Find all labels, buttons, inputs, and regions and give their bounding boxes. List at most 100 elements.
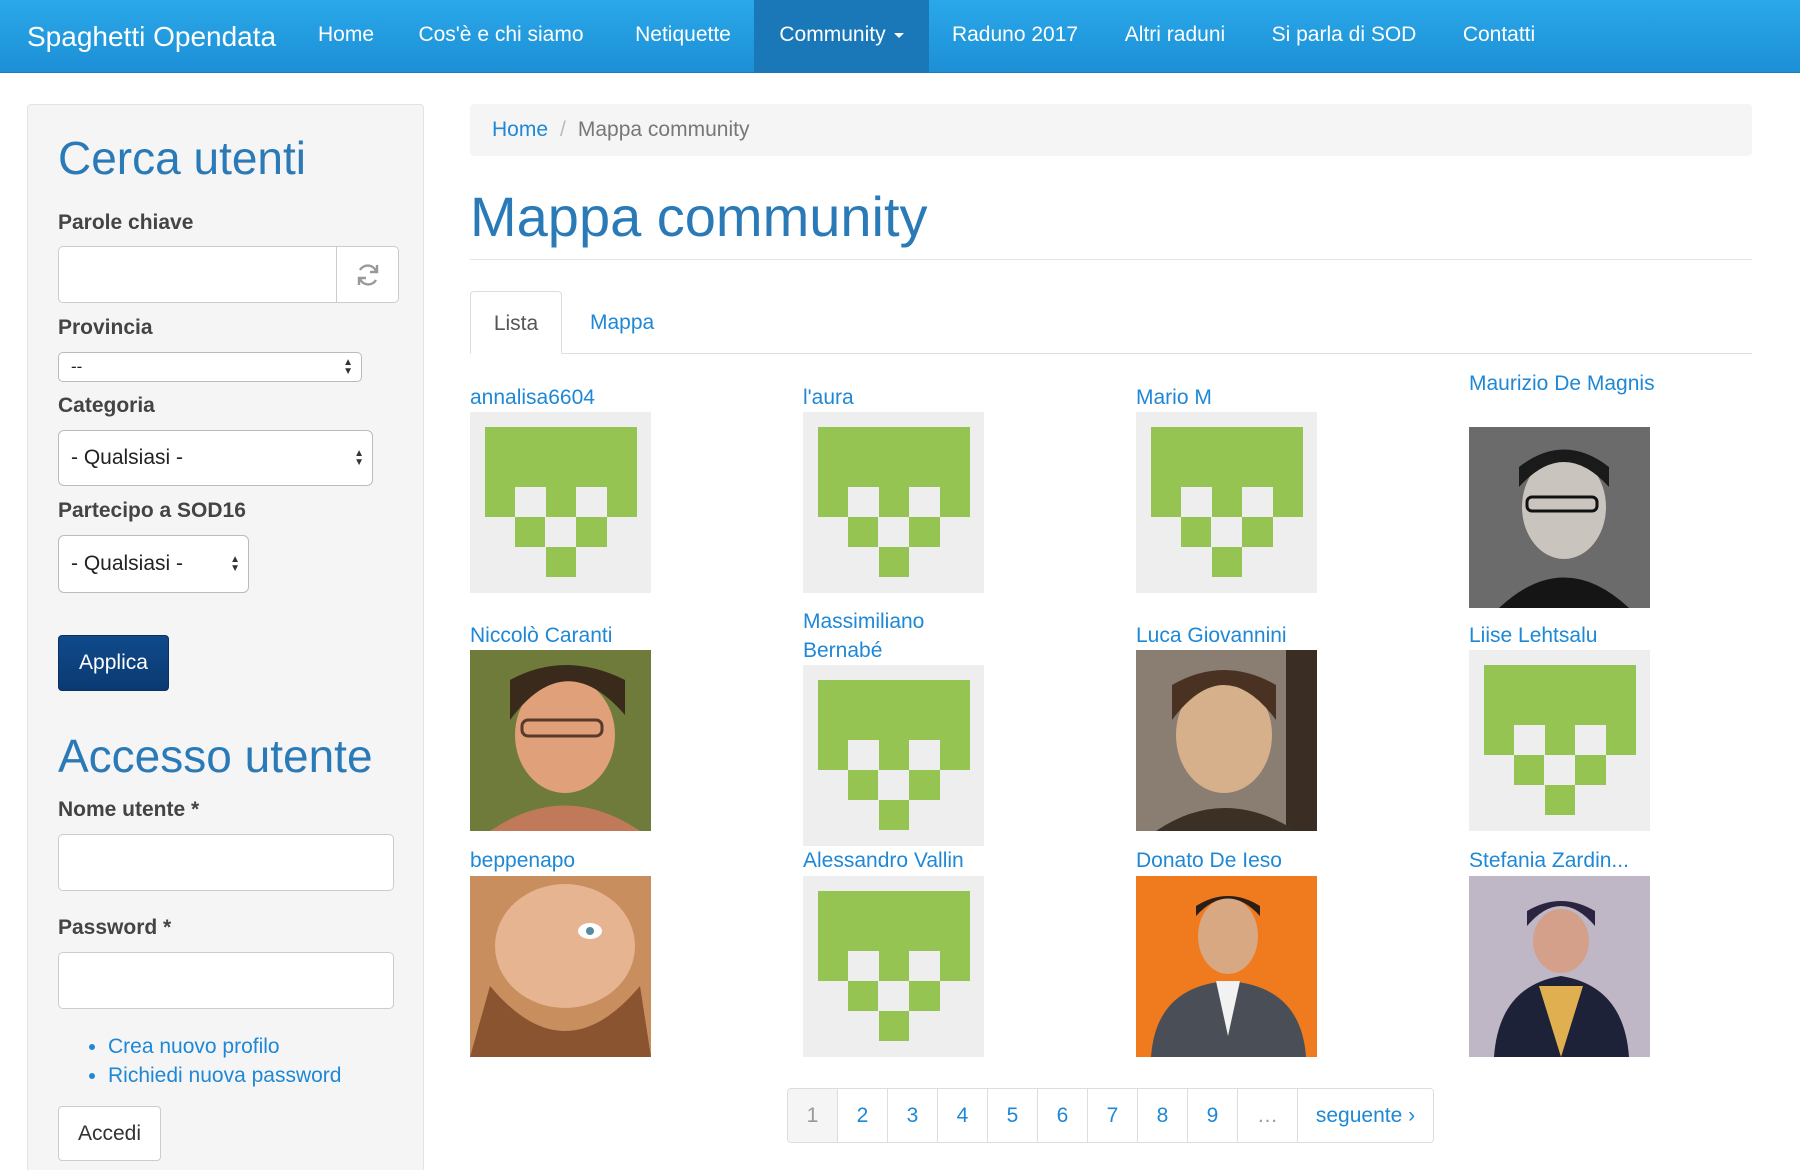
user-name-link[interactable]: Niccolò Caranti bbox=[470, 621, 700, 650]
default-avatar-icon[interactable] bbox=[1136, 412, 1317, 593]
user-name-link[interactable]: Liise Lehtsalu bbox=[1469, 621, 1699, 650]
avatar-pixel bbox=[515, 517, 545, 547]
avatar-pixel bbox=[1514, 755, 1544, 785]
page-5-button[interactable]: 5 bbox=[988, 1089, 1038, 1142]
site-brand[interactable]: Spaghetti Opendata bbox=[27, 0, 276, 73]
page-8-button[interactable]: 8 bbox=[1138, 1089, 1188, 1142]
avatar-pixel bbox=[879, 740, 909, 770]
user-photo[interactable] bbox=[1136, 650, 1317, 831]
nav-item-contatti[interactable]: Contatti bbox=[1450, 0, 1548, 73]
user-name-link[interactable]: beppenapo bbox=[470, 846, 700, 875]
page-3-button[interactable]: 3 bbox=[888, 1089, 938, 1142]
keywords-input[interactable] bbox=[58, 246, 337, 303]
user-name-link[interactable]: Massimiliano Bernabé bbox=[803, 607, 993, 665]
select-arrows-icon: ▲ ▼ bbox=[354, 448, 364, 468]
page-7-button[interactable]: 7 bbox=[1088, 1089, 1138, 1142]
page-6-button[interactable]: 6 bbox=[1038, 1089, 1088, 1142]
participate-sod16-select-value: - Qualsiasi - bbox=[71, 552, 184, 575]
reset-keywords-button[interactable] bbox=[336, 246, 399, 303]
password-label: Password * bbox=[58, 916, 172, 939]
nav-item-si-parla-di-sod[interactable]: Si parla di SOD bbox=[1260, 0, 1428, 73]
next-page-button[interactable]: seguente › bbox=[1298, 1089, 1433, 1142]
user-name-link[interactable]: Alessandro Vallin bbox=[803, 846, 1033, 875]
user-name-link[interactable]: l'aura bbox=[803, 383, 1033, 412]
default-avatar-graphic bbox=[1151, 427, 1303, 577]
avatar-pixel bbox=[940, 740, 970, 770]
avatar-pixel bbox=[1151, 427, 1303, 487]
tab-mappa[interactable]: Mappa bbox=[590, 291, 670, 354]
default-avatar-icon[interactable] bbox=[1469, 650, 1650, 831]
avatar-pixel bbox=[485, 427, 637, 487]
default-avatar-graphic bbox=[818, 891, 970, 1041]
nav-item-about[interactable]: Cos'è e chi siamo bbox=[401, 0, 601, 73]
user-name-link[interactable]: annalisa6604 bbox=[470, 383, 700, 412]
request-password-link[interactable]: Richiedi nuova password bbox=[108, 1061, 341, 1090]
chevron-down-icon bbox=[893, 32, 904, 38]
avatar-pixel bbox=[1151, 487, 1181, 517]
breadcrumb: Home / Mappa community bbox=[470, 104, 1752, 156]
avatar-pixel bbox=[1545, 785, 1575, 815]
sidebar: Cerca utenti Parole chiave Provincia -- … bbox=[27, 104, 424, 1170]
keywords-label: Parole chiave bbox=[58, 211, 194, 234]
nav-item-community[interactable]: Community bbox=[754, 0, 929, 73]
page-1-button[interactable]: 1 bbox=[788, 1089, 838, 1142]
user-name-link[interactable]: Maurizio De Magnis bbox=[1469, 369, 1659, 398]
account-links: Crea nuovo profilo Richiedi nuova passwo… bbox=[108, 1032, 341, 1090]
page-9-button[interactable]: 9 bbox=[1188, 1089, 1238, 1142]
default-avatar-icon[interactable] bbox=[470, 412, 651, 593]
default-avatar-icon[interactable] bbox=[803, 412, 984, 593]
user-name-link[interactable]: Luca Giovannini bbox=[1136, 621, 1366, 650]
avatar-pixel bbox=[818, 487, 848, 517]
login-button[interactable]: Accedi bbox=[58, 1106, 161, 1161]
pagination: 1 2 3 4 5 6 7 8 9 … seguente › bbox=[787, 1088, 1434, 1143]
page-2-button[interactable]: 2 bbox=[838, 1089, 888, 1142]
avatar-pixel bbox=[879, 547, 909, 577]
province-select-value: -- bbox=[71, 357, 83, 376]
user-login-heading: Accesso utente bbox=[58, 730, 373, 782]
person-silhouette-icon bbox=[1469, 427, 1650, 608]
breadcrumb-separator: / bbox=[560, 118, 566, 141]
default-avatar-graphic bbox=[1484, 665, 1636, 815]
avatar-pixel bbox=[909, 517, 940, 547]
user-name-link[interactable]: Donato De Ieso bbox=[1136, 846, 1366, 875]
avatar-pixel bbox=[848, 770, 878, 800]
person-silhouette-icon bbox=[470, 650, 651, 831]
page-title: Mappa community bbox=[470, 185, 928, 248]
person-silhouette-icon bbox=[1469, 876, 1650, 1057]
user-photo[interactable] bbox=[1469, 427, 1650, 608]
default-avatar-icon[interactable] bbox=[803, 876, 984, 1057]
avatar-pixel bbox=[1484, 665, 1636, 725]
tab-lista[interactable]: Lista bbox=[470, 291, 562, 354]
user-photo[interactable] bbox=[470, 650, 651, 831]
avatar-pixel bbox=[1273, 487, 1303, 517]
avatar-pixel bbox=[576, 517, 607, 547]
avatar-pixel bbox=[818, 951, 848, 981]
username-field[interactable] bbox=[58, 834, 394, 891]
participate-sod16-select[interactable]: - Qualsiasi - ▲ ▼ bbox=[58, 535, 249, 593]
avatar-pixel bbox=[909, 981, 940, 1011]
user-name-link[interactable]: Stefania Zardin... bbox=[1469, 846, 1699, 875]
nav-item-netiquette[interactable]: Netiquette bbox=[614, 0, 752, 73]
category-select[interactable]: - Qualsiasi - ▲ ▼ bbox=[58, 430, 373, 486]
password-field[interactable] bbox=[58, 952, 394, 1009]
select-arrows-icon: ▲ ▼ bbox=[343, 357, 353, 377]
apply-button[interactable]: Applica bbox=[58, 635, 169, 691]
person-silhouette-icon bbox=[470, 876, 651, 1057]
avatar-pixel bbox=[1242, 517, 1273, 547]
avatar-pixel bbox=[1575, 755, 1606, 785]
nav-item-home[interactable]: Home bbox=[301, 0, 391, 73]
nav-item-altri-raduni[interactable]: Altri raduni bbox=[1106, 0, 1244, 73]
user-photo[interactable] bbox=[1469, 876, 1650, 1057]
nav-item-raduno-2017[interactable]: Raduno 2017 bbox=[937, 0, 1093, 73]
avatar-pixel bbox=[546, 487, 576, 517]
avatar-pixel bbox=[909, 770, 940, 800]
user-photo[interactable] bbox=[470, 876, 651, 1057]
province-select[interactable]: -- ▲ ▼ bbox=[58, 352, 362, 382]
page-4-button[interactable]: 4 bbox=[938, 1089, 988, 1142]
user-name-link[interactable]: Mario M bbox=[1136, 383, 1366, 412]
breadcrumb-home-link[interactable]: Home bbox=[492, 118, 548, 141]
avatar-pixel bbox=[848, 517, 878, 547]
user-photo[interactable] bbox=[1136, 876, 1317, 1057]
default-avatar-icon[interactable] bbox=[803, 665, 984, 846]
create-profile-link[interactable]: Crea nuovo profilo bbox=[108, 1032, 341, 1061]
